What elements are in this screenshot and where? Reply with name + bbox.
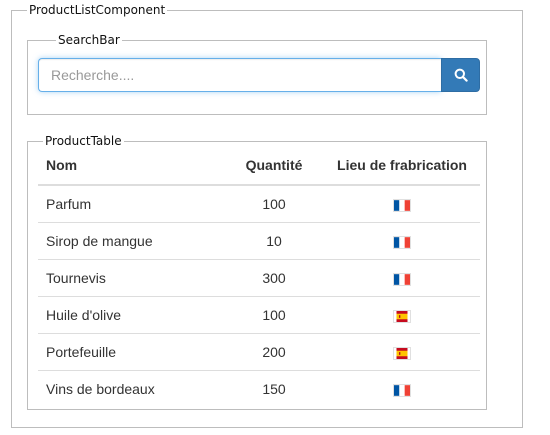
product-origin-cell: [324, 259, 480, 297]
product-table: Nom Quantité Lieu de frabrication Parfum…: [38, 146, 480, 407]
product-origin-cell: [324, 296, 480, 334]
product-quantity: 150: [262, 381, 286, 397]
table-row: Sirop de mangue 10: [38, 222, 480, 260]
product-origin-cell: [324, 222, 480, 260]
france-flag-icon: [394, 273, 410, 285]
product-quantity: 100: [224, 185, 324, 223]
column-header-quantity: Quantité: [224, 146, 324, 186]
product-name: Tournevis: [38, 259, 224, 297]
product-list-component-legend: ProductListComponent: [27, 3, 168, 17]
product-quantity: 200: [224, 333, 324, 371]
table-row: Tournevis 300: [38, 259, 480, 297]
product-name: Parfum: [38, 185, 224, 223]
product-name: Vins de bordeaux: [46, 381, 155, 397]
search-button[interactable]: [441, 58, 480, 92]
column-header-origin: Lieu de frabrication: [324, 146, 480, 186]
search-bar-legend: SearchBar: [56, 33, 122, 47]
product-name: Portefeuille: [38, 333, 224, 371]
product-origin-cell: [324, 185, 480, 223]
product-table-box: ProductTable Nom Quantité Lieu de frabri…: [27, 134, 487, 410]
search-input[interactable]: [38, 58, 441, 92]
search-icon: [454, 68, 468, 82]
search-bar: SearchBar: [27, 33, 487, 115]
product-list-component: ProductListComponent SearchBar ProductTa…: [11, 3, 523, 428]
product-name: Sirop de mangue: [38, 222, 224, 260]
france-flag-icon: [394, 384, 410, 396]
column-header-name: Nom: [38, 146, 224, 186]
table-row: Huile d'olive 100: [38, 296, 480, 334]
product-quantity: 300: [224, 259, 324, 297]
product-quantity: 10: [224, 222, 324, 260]
product-origin-cell: [324, 371, 480, 408]
table-row: Parfum 100: [38, 185, 480, 223]
product-quantity: 100: [224, 296, 324, 334]
table-row: Portefeuille 200: [38, 333, 480, 371]
product-origin-cell: [324, 333, 480, 371]
table-header-row: Nom Quantité Lieu de frabrication: [38, 146, 480, 186]
product-name: Huile d'olive: [38, 296, 224, 334]
spain-flag-icon: [394, 347, 410, 359]
france-flag-icon: [394, 236, 410, 248]
table-row: Vins de bordeaux 150: [38, 371, 480, 408]
france-flag-icon: [394, 199, 410, 211]
spain-flag-icon: [394, 310, 410, 322]
